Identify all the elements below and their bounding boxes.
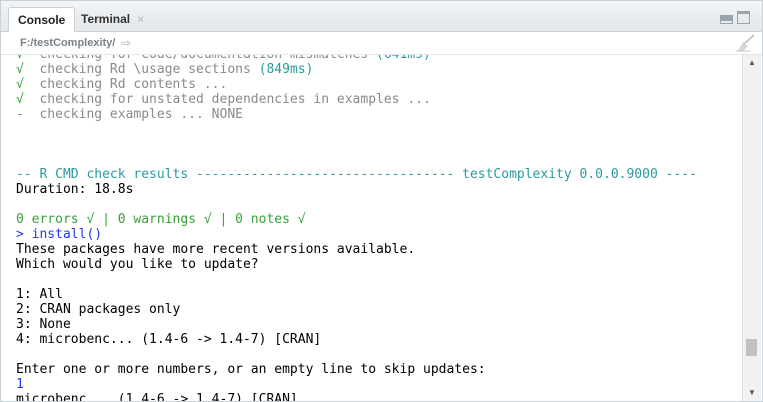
console-text: checking Rd contents ... <box>23 77 228 92</box>
arrow-right-icon[interactable]: ⇨ <box>121 36 131 50</box>
console-text: These packages have more recent versions… <box>16 242 416 257</box>
console-text: checking for unstated dependencies in ex… <box>23 92 431 107</box>
console-text: Duration: 18.8s <box>16 182 134 197</box>
console-line: Duration: 18.8s <box>16 182 697 197</box>
tab-console[interactable]: Console <box>8 7 76 32</box>
console-text: 4: microbenc... (1.4-6 -> 1.4-7) [CRAN] <box>16 332 322 347</box>
console-line: These packages have more recent versions… <box>16 242 697 257</box>
minimize-icon[interactable] <box>720 15 733 24</box>
console-line: 3: None <box>16 317 697 332</box>
console-text: 0 errors √ | 0 warnings √ | 0 notes √ <box>16 212 306 227</box>
scroll-down-icon[interactable]: ▼ <box>743 385 761 399</box>
console-text: Which would you like to update? <box>16 257 259 272</box>
console-line: > install() <box>16 227 697 242</box>
maximize-icon[interactable] <box>737 11 750 24</box>
console-text: - checking examples ... NONE <box>16 107 243 122</box>
console-lines: √ checking for code/documentation mismat… <box>16 55 697 401</box>
console-line: 2: CRAN packages only <box>16 302 697 317</box>
console-text: 2: CRAN packages only <box>16 302 181 317</box>
console-text: (641ms) <box>376 55 431 62</box>
console-text: 1 <box>16 377 24 392</box>
console-line: √ checking for code/documentation mismat… <box>16 55 697 62</box>
console-line: microbenc... (1.4-6 -> 1.4-7) [CRAN] <box>16 392 697 401</box>
broom-icon[interactable] <box>734 34 756 52</box>
working-directory-path[interactable]: F:/testComplexity/ <box>20 37 115 49</box>
console-line: -- R CMD check results -----------------… <box>16 167 697 182</box>
console-text: (849ms) <box>258 62 314 77</box>
tab-terminal-label: Terminal <box>81 12 131 26</box>
console-text: -- R CMD check results -----------------… <box>16 167 697 182</box>
console-line: Enter one or more numbers, or an empty l… <box>16 362 697 377</box>
console-line: 1: All <box>16 287 697 302</box>
check-mark: √ <box>16 92 24 107</box>
console-line: √ checking Rd \usage sections (849ms) <box>16 62 697 77</box>
console-text: microbenc... (1.4-6 -> 1.4-7) [CRAN] <box>16 392 298 401</box>
console-text: > install() <box>16 227 103 242</box>
console-pane: Console Terminal × F:/testComplexity/ ⇨ … <box>0 0 763 402</box>
console-text: 1: All <box>16 287 63 302</box>
scroll-thumb[interactable] <box>746 339 757 356</box>
console-line: 0 errors √ | 0 warnings √ | 0 notes √ <box>16 212 697 227</box>
console-line: - checking examples ... NONE <box>16 107 697 122</box>
check-mark: √ <box>16 62 24 77</box>
console-line: Which would you like to update? <box>16 257 697 272</box>
console-text: checking for code/documentation mismatch… <box>24 55 376 62</box>
console-line: 1 <box>16 377 697 392</box>
console-line: √ checking for unstated dependencies in … <box>16 92 697 107</box>
working-directory-bar: F:/testComplexity/ ⇨ <box>1 32 762 55</box>
close-icon[interactable]: × <box>137 12 144 26</box>
console-output[interactable]: √ checking for code/documentation mismat… <box>1 55 741 401</box>
console-text: 3: None <box>16 317 71 332</box>
console-text: checking Rd \usage sections <box>23 62 259 77</box>
check-mark: √ <box>16 77 24 92</box>
scroll-up-icon[interactable]: ▲ <box>743 55 761 69</box>
vertical-scrollbar[interactable]: ▲ ▼ <box>742 55 761 401</box>
console-line: √ checking Rd contents ... <box>16 77 697 92</box>
tab-console-label: Console <box>18 12 66 27</box>
console-line: 4: microbenc... (1.4-6 -> 1.4-7) [CRAN] <box>16 332 697 347</box>
tab-terminal[interactable]: Terminal × <box>72 7 153 31</box>
tab-bar: Console Terminal × <box>1 1 762 32</box>
console-text: Enter one or more numbers, or an empty l… <box>16 362 486 377</box>
check-mark: √ <box>16 55 24 62</box>
